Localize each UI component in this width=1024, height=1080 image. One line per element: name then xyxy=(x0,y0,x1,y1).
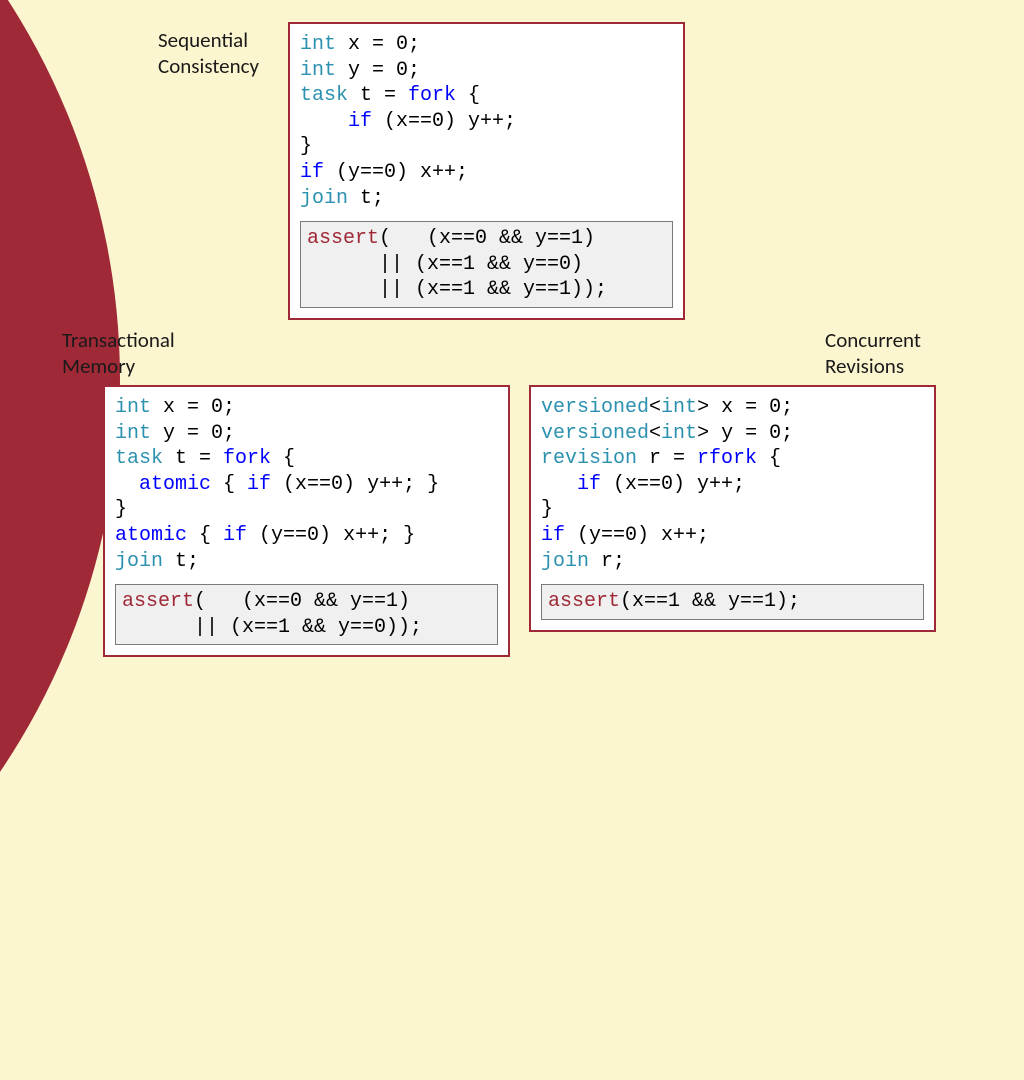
assert-code: assert(x==1 && y==1); xyxy=(548,589,917,615)
code-block: int x = 0; int y = 0; task t = fork { at… xyxy=(115,395,498,574)
kw-task: task xyxy=(300,84,348,107)
code-text: } xyxy=(300,135,312,158)
code-text: > y = 0; xyxy=(697,422,793,445)
code-text: < xyxy=(649,396,661,419)
code-text: (y==0) x++; xyxy=(565,524,709,547)
code-text: { xyxy=(456,84,480,107)
kw-join: join xyxy=(541,550,589,573)
label-concurrent-revisions: Concurrent Revisions xyxy=(825,327,921,380)
assert-box: assert( (x==0 && y==1) || (x==1 && y==0)… xyxy=(115,584,498,645)
assert-box: assert( (x==0 && y==1) || (x==1 && y==0)… xyxy=(300,221,673,308)
kw-if: if xyxy=(541,524,565,547)
background-arc xyxy=(0,0,120,1080)
kw-int: int xyxy=(300,33,336,56)
code-text: x = 0; xyxy=(151,396,235,419)
kw-int: int xyxy=(661,422,697,445)
assert-code: assert( (x==0 && y==1) || (x==1 && y==0)… xyxy=(307,226,666,303)
kw-int: int xyxy=(661,396,697,419)
code-text: { xyxy=(187,524,223,547)
kw-join: join xyxy=(300,187,348,210)
code-text: t; xyxy=(163,550,199,573)
code-text: } xyxy=(541,498,553,521)
code-text: y = 0; xyxy=(151,422,235,445)
code-text: (x==0) y++; } xyxy=(271,473,439,496)
kw-int: int xyxy=(115,422,151,445)
codebox-concurrent-revisions: versioned<int> x = 0; versioned<int> y =… xyxy=(529,385,936,632)
kw-assert: assert xyxy=(548,590,620,613)
code-text: (x==1 && y==1); xyxy=(620,590,800,613)
codebox-transactional-memory: int x = 0; int y = 0; task t = fork { at… xyxy=(103,385,510,657)
assert-code: assert( (x==0 && y==1) || (x==1 && y==0)… xyxy=(122,589,491,640)
label-line: Consistency xyxy=(158,53,259,79)
label-line: Revisions xyxy=(825,353,904,379)
code-text: (x==0) y++; xyxy=(601,473,745,496)
code-text: t = xyxy=(348,84,408,107)
kw-int: int xyxy=(300,59,336,82)
label-line: Concurrent xyxy=(825,327,921,353)
label-line: Sequential xyxy=(158,27,248,53)
code-text: (x==0) y++; xyxy=(372,110,516,133)
code-text: t; xyxy=(348,187,384,210)
code-text: x = 0; xyxy=(336,33,420,56)
code-text: { xyxy=(211,473,247,496)
code-text: > x = 0; xyxy=(697,396,793,419)
kw-versioned: versioned xyxy=(541,396,649,419)
label-sequential-consistency: Sequential Consistency xyxy=(158,27,259,80)
codebox-sequential-consistency: int x = 0; int y = 0; task t = fork { if… xyxy=(288,22,685,320)
label-line: Transactional xyxy=(62,327,175,353)
code-text: t = xyxy=(163,447,223,470)
code-block: versioned<int> x = 0; versioned<int> y =… xyxy=(541,395,924,574)
code-text: ( (x==0 && y==1) xyxy=(194,590,410,613)
code-block: int x = 0; int y = 0; task t = fork { if… xyxy=(300,32,673,211)
code-text: { xyxy=(271,447,295,470)
code-text: || (x==1 && y==1)); xyxy=(307,278,607,301)
code-text: (y==0) x++; } xyxy=(247,524,415,547)
kw-if: if xyxy=(541,473,601,496)
kw-assert: assert xyxy=(307,227,379,250)
kw-fork: fork xyxy=(408,84,456,107)
code-text: } xyxy=(115,498,127,521)
code-text: y = 0; xyxy=(336,59,420,82)
code-text: || (x==1 && y==0)); xyxy=(122,616,422,639)
kw-int: int xyxy=(115,396,151,419)
kw-if: if xyxy=(223,524,247,547)
kw-task: task xyxy=(115,447,163,470)
kw-rfork: rfork xyxy=(697,447,757,470)
code-text: < xyxy=(649,422,661,445)
code-text: (y==0) x++; xyxy=(324,161,468,184)
kw-atomic: atomic xyxy=(115,524,187,547)
kw-if: if xyxy=(300,110,372,133)
assert-box: assert(x==1 && y==1); xyxy=(541,584,924,620)
label-transactional-memory: Transactional Memory xyxy=(62,327,175,380)
code-text: ( (x==0 && y==1) xyxy=(379,227,595,250)
kw-versioned: versioned xyxy=(541,422,649,445)
kw-fork: fork xyxy=(223,447,271,470)
code-text: || (x==1 && y==0) xyxy=(307,253,583,276)
kw-join: join xyxy=(115,550,163,573)
kw-atomic: atomic xyxy=(115,473,211,496)
code-text: r = xyxy=(637,447,697,470)
kw-if: if xyxy=(300,161,324,184)
label-line: Memory xyxy=(62,353,135,379)
kw-assert: assert xyxy=(122,590,194,613)
code-text: { xyxy=(757,447,781,470)
kw-revision: revision xyxy=(541,447,637,470)
kw-if: if xyxy=(247,473,271,496)
code-text: r; xyxy=(589,550,625,573)
